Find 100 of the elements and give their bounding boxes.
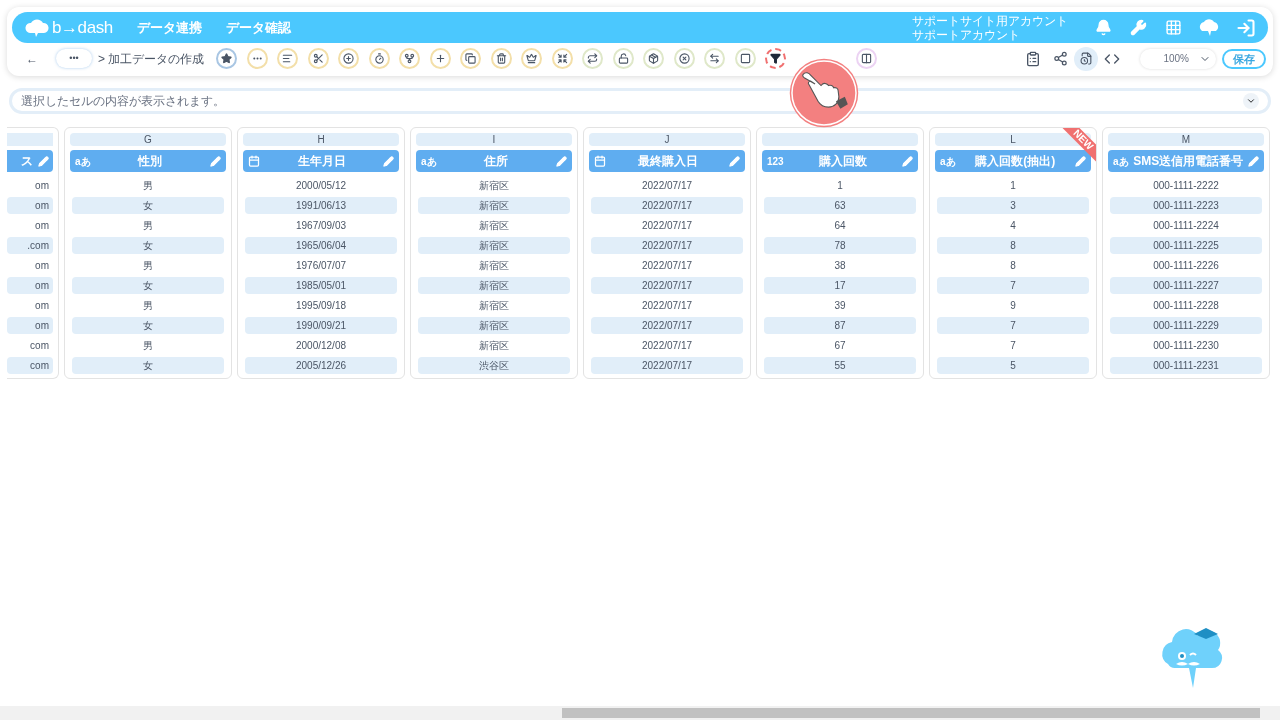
share-icon xyxy=(1053,51,1068,66)
tool-button[interactable] xyxy=(765,48,787,69)
cell-viewer-field[interactable]: 選択したセルの内容が表示されます。 xyxy=(9,88,1271,114)
account-name: サポートサイト用アカウント xyxy=(912,13,1068,28)
history-button[interactable] xyxy=(1074,46,1098,71)
table-cell-text: 新宿区 xyxy=(479,339,509,353)
column-letter: G xyxy=(144,133,152,146)
table-cell-text: 男 xyxy=(143,339,153,353)
x-circle-icon xyxy=(678,53,690,64)
edit-icon xyxy=(729,155,740,167)
table-cell-text: 女 xyxy=(143,199,153,213)
square-icon xyxy=(739,53,751,64)
column-letter: L xyxy=(1010,133,1016,146)
table-cell-text: 64 xyxy=(834,219,846,233)
table-cell-text: 000-1111-2227 xyxy=(1153,279,1219,293)
tool-button[interactable] xyxy=(216,48,238,69)
table-cell-text: 2000/05/12 xyxy=(295,179,347,193)
crown-icon xyxy=(526,53,538,64)
table-cell-text: 新宿区 xyxy=(479,299,509,313)
box-icon xyxy=(648,53,660,64)
table-cell-text: 2022/07/17 xyxy=(641,299,693,313)
table-cell-text: 男 xyxy=(143,299,153,313)
edit-icon xyxy=(1075,155,1086,167)
table-cell-text: 新宿区 xyxy=(479,279,509,293)
table-cell-text: 女 xyxy=(143,279,153,293)
table-cell-text: 7 xyxy=(1010,319,1016,333)
table-cell-text: com xyxy=(30,339,49,353)
table-cell-text: 17 xyxy=(834,279,846,293)
table-cell-text: 000-1111-2223 xyxy=(1153,199,1219,213)
table-cell-text: 男 xyxy=(143,219,153,233)
table-cell-text: 女 xyxy=(143,239,153,253)
cell-viewer-input[interactable]: 選択したセルの内容が表示されます。 xyxy=(21,92,1243,110)
column-letter: J xyxy=(664,133,670,146)
table-cell-text: 000-1111-2225 xyxy=(1153,239,1219,253)
table-cell-text: 2022/07/17 xyxy=(641,179,693,193)
more-button[interactable]: ••• xyxy=(56,49,92,68)
column-header[interactable]: 123 購入回数 xyxy=(762,150,918,172)
table-cell-text: 78 xyxy=(834,239,846,253)
column-title: ス xyxy=(21,153,33,170)
table-cell-text: 2022/07/17 xyxy=(641,339,693,353)
edit-icon xyxy=(38,155,49,167)
table-cell-text: 渋谷区 xyxy=(479,359,509,373)
column-title: 購入回数 xyxy=(817,153,868,170)
edit-icon xyxy=(556,155,567,167)
grid-icon xyxy=(1165,19,1182,36)
column-letter: I xyxy=(492,133,496,146)
column-letter: H xyxy=(317,133,325,146)
table-cell-text: 000-1111-2222 xyxy=(1153,179,1219,193)
column-header[interactable]: 最終購入日 xyxy=(589,150,745,172)
table-cell-text: 1985/05/01 xyxy=(295,279,347,293)
type-label: aあ xyxy=(75,154,91,169)
table-cell-text: 1 xyxy=(837,179,843,193)
nav-link[interactable]: データ確認 xyxy=(225,17,291,38)
horizontal-scrollbar[interactable] xyxy=(0,706,1280,720)
table-cell-text: om xyxy=(35,179,49,193)
type-label: aあ xyxy=(1113,154,1129,169)
swap-icon xyxy=(709,53,721,64)
scissors-icon xyxy=(312,53,324,64)
column-header[interactable]: ス xyxy=(7,150,53,172)
table-cell-text: 1990/09/21 xyxy=(295,319,347,333)
column-title: 購入回数(抽出) xyxy=(974,153,1057,170)
calendar-icon xyxy=(594,155,606,167)
nav-link[interactable]: データ連携 xyxy=(136,17,202,38)
table-cell-text: 2022/07/17 xyxy=(641,199,693,213)
table-cell-text: 男 xyxy=(143,179,153,193)
column-title: SMS送信用電話番号 xyxy=(1132,153,1245,170)
copy-icon xyxy=(465,53,477,64)
column-header[interactable]: aあ SMS送信用電話番号 xyxy=(1108,150,1264,172)
table-cell-text: 新宿区 xyxy=(479,239,509,253)
column-letter: M xyxy=(1181,133,1191,146)
scrollbar-thumb[interactable] xyxy=(562,708,1260,718)
type-label: 123 xyxy=(767,154,784,169)
column-header[interactable]: 生年月日 xyxy=(243,150,399,172)
filter-icon xyxy=(770,53,782,64)
table-cell-text: 63 xyxy=(834,199,846,213)
column-header[interactable]: aあ 性別 xyxy=(70,150,226,172)
table-cell-text: 000-1111-2231 xyxy=(1153,359,1219,373)
table-cell-text: 1 xyxy=(1010,179,1016,193)
table-cell-text: 000-1111-2226 xyxy=(1153,259,1219,273)
type-label: aあ xyxy=(421,154,437,169)
table-cell-text: om xyxy=(35,219,49,233)
logo-text[interactable]: b→dash xyxy=(52,14,113,41)
table-cell-text: 3 xyxy=(1010,199,1016,213)
table-cell-text: om xyxy=(35,299,49,313)
table-cell-text: 8 xyxy=(1010,239,1016,253)
table-cell-text: om xyxy=(35,279,49,293)
edit-icon xyxy=(210,155,221,167)
back-button[interactable]: ← xyxy=(26,49,38,68)
breadcrumb: > 加工データの作成 xyxy=(98,50,205,68)
logout-icon xyxy=(1236,17,1256,38)
save-button[interactable]: 保存 xyxy=(1222,48,1266,69)
table-cell-text: 1976/07/07 xyxy=(295,259,347,273)
zoom-value: 100% xyxy=(1163,52,1189,66)
column-header[interactable]: aあ 住所 xyxy=(416,150,572,172)
column-header[interactable]: aあ 購入回数(抽出) xyxy=(935,150,1091,172)
logo-cloud-icon xyxy=(24,17,50,38)
table-cell-text: 新宿区 xyxy=(479,179,509,193)
edit-icon xyxy=(1248,155,1259,167)
table-cell-text: 8 xyxy=(1010,259,1016,273)
zoom-select[interactable]: 100% xyxy=(1140,48,1216,69)
